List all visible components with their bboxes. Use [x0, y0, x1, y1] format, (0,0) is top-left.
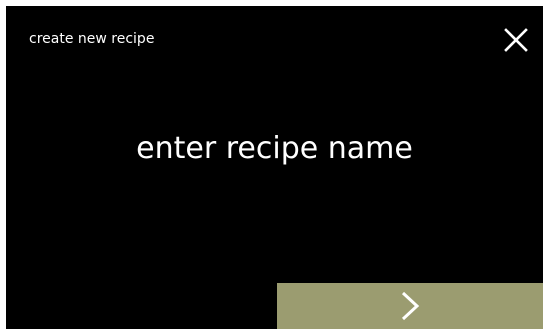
next-button[interactable]	[277, 283, 543, 329]
instruction-text: enter recipe name	[136, 131, 413, 166]
close-button[interactable]	[498, 22, 534, 58]
close-icon	[504, 28, 528, 52]
chevron-right-icon	[401, 291, 420, 321]
screen: create new recipe enter recipe name	[6, 6, 543, 329]
page-title: create new recipe	[29, 31, 155, 47]
